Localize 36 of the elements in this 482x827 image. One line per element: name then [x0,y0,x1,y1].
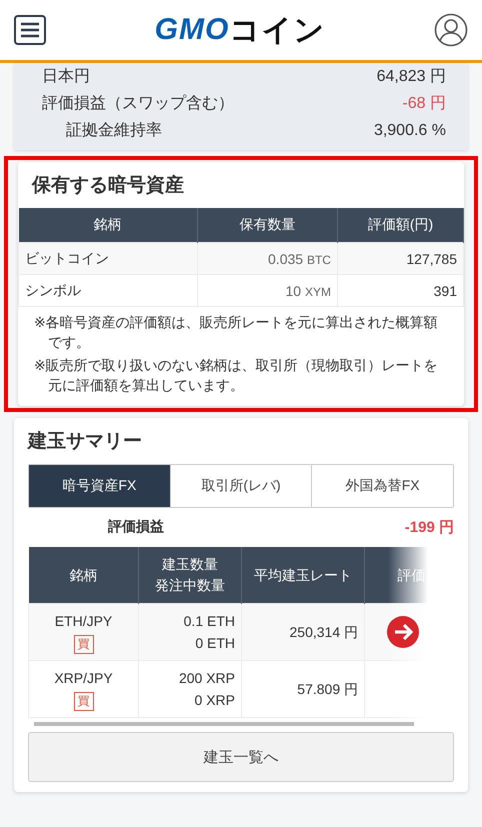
section-title: 建玉サマリー [26,430,143,454]
balance-label: 証拠金維持率 [65,120,162,141]
tab[interactable]: 暗号資産FX [29,465,171,507]
table-cell: シンボル [18,274,198,306]
logo: GMOコイン [154,12,326,48]
table-cell: 391 [337,274,464,306]
pair-text: XRP/JPY [53,669,114,688]
buy-badge: 買 [74,692,94,711]
column-header: 銘柄 [28,547,138,604]
note-text: ※各暗号資産の評価額は、販売所レートを元に算出された概算額です。 [34,313,439,352]
note-text: ※販売所で取り扱いのない銘柄は、取引所（現物取引）レートを元に評価額を算出しています。 [34,356,439,395]
positions-list-button[interactable]: 建玉一覧へ [28,732,454,782]
table-cell: 57.809 円 [242,660,364,718]
buy-badge: 買 [74,635,94,654]
pair-text: ETH/JPY [54,612,114,631]
balance-value: 64,823 円 [376,67,446,87]
pl-label: 評価損益 [108,518,164,536]
table-cell: ビットコイン [18,242,198,274]
table-cell: 127,785 [337,242,464,274]
balance-value: 3,900.6 % [374,121,446,141]
column-header: 評価額(円) [337,208,464,242]
column-header: 平均建玉レート [242,547,364,604]
column-header: 建玉数量 発注中数量 [138,547,242,604]
section-title: 保有する暗号資産 [30,174,185,198]
column-header: 銘柄 [18,208,198,242]
column-header: 保有数量 [197,208,338,242]
table-cell: 10 XYM [197,274,338,306]
table-cell: 250,314 円 [242,604,364,660]
pl-value: -199 円 [404,518,454,537]
table-cell: 0.035 BTC [197,242,338,274]
balance-label: 日本円 [42,66,90,87]
balance-value: -68 円 [402,94,446,114]
quantity-cell: 200 XRP 0 XRP [138,660,242,718]
quantity-cell: 0.1 ETH 0 ETH [138,604,242,660]
column-header: 評価 [364,547,428,604]
balance-label: 評価損益（スワップ含む） [42,94,234,114]
